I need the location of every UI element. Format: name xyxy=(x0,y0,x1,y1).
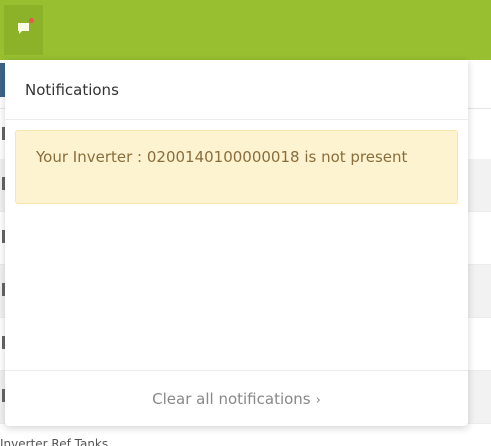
background-footer-text: Inverter Ref Tanks xyxy=(0,437,109,446)
dropdown-header: Notifications xyxy=(5,60,468,120)
clear-all-notifications-link[interactable]: Clear all notifications › xyxy=(152,390,321,408)
notifications-button[interactable] xyxy=(4,5,43,55)
clear-all-label: Clear all notifications xyxy=(152,389,311,408)
notifications-dropdown: Notifications Your Inverter : 0200140100… xyxy=(5,60,468,426)
dropdown-title: Notifications xyxy=(25,80,119,99)
dropdown-footer: Clear all notifications › xyxy=(5,370,468,426)
chat-bubble-icon xyxy=(18,23,29,34)
notification-item[interactable]: Your Inverter : 0200140100000018 is not … xyxy=(15,130,458,204)
top-navigation-bar xyxy=(0,0,491,60)
notification-dot-icon xyxy=(29,18,34,23)
notification-list: Your Inverter : 0200140100000018 is not … xyxy=(5,120,468,370)
chevron-right-icon: › xyxy=(315,392,321,408)
